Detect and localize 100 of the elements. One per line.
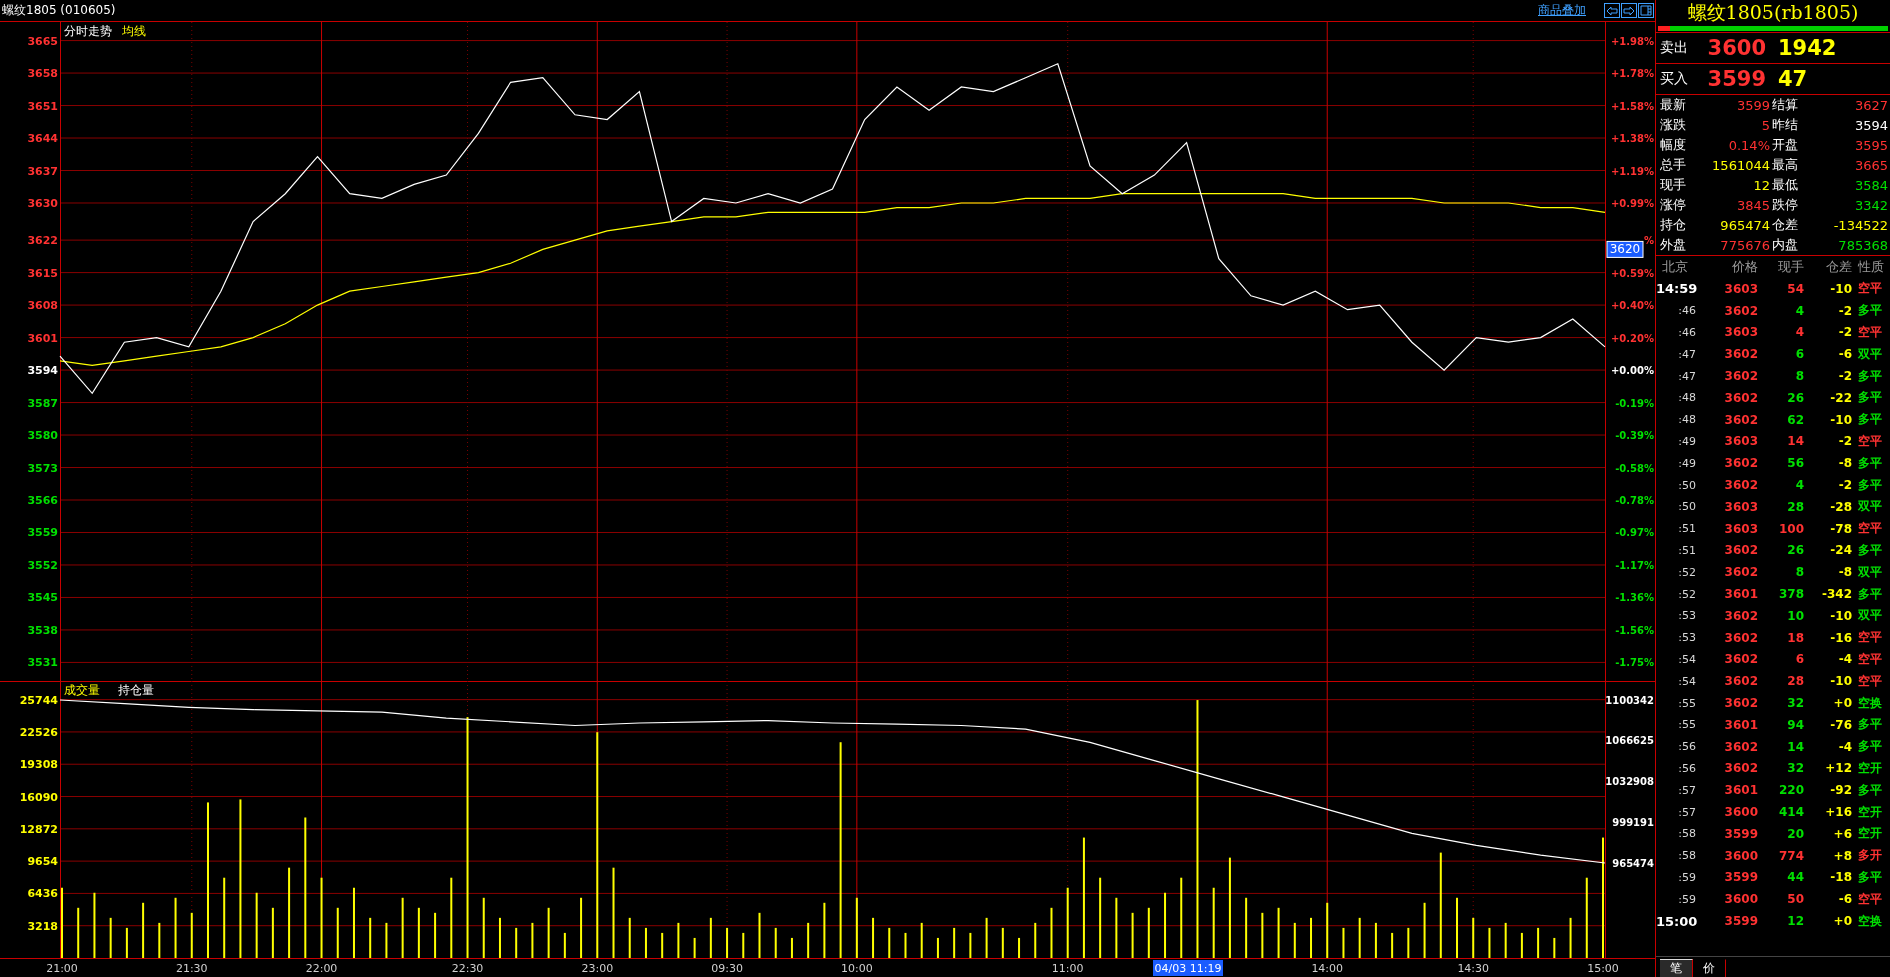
tick-volume: 56 [1786, 456, 1804, 471]
tick-price: 3599 [1723, 914, 1758, 928]
tick-time: :50 [1677, 478, 1696, 492]
volume-bar [1553, 937, 1556, 958]
tick-change: -8 [1837, 565, 1852, 580]
tick-time: :59 [1677, 870, 1696, 884]
tick-time: :54 [1677, 674, 1696, 688]
axis-label: 3615 [27, 266, 58, 280]
axis-label: 10:00 [841, 962, 873, 975]
tick-price: 3603 [1723, 521, 1758, 536]
axis-label: 3559 [27, 526, 58, 540]
tick-type: 空开 [1857, 759, 1883, 777]
legend-label: 持仓量 [118, 683, 154, 697]
stat-label: 仓差 [1772, 216, 1799, 234]
layout-button[interactable] [1638, 3, 1654, 18]
tick-change: +12 [1824, 761, 1852, 776]
axis-label: +0.59% [1610, 267, 1654, 279]
tick-change: -2 [1837, 303, 1852, 318]
volume-bar [1472, 917, 1475, 958]
stat-value: 0.14% [1727, 137, 1771, 153]
volume-bar [1001, 927, 1004, 958]
volume-bar [661, 932, 664, 958]
volume-bar [336, 907, 339, 958]
volume-bar [1504, 922, 1507, 958]
tick-volume: 54 [1786, 281, 1804, 296]
column-header: 仓差 [1825, 258, 1852, 276]
axis-label: 1100342 [1605, 694, 1654, 706]
scroll-right-button[interactable] [1621, 3, 1637, 18]
axis-label: 3538 [27, 623, 58, 637]
tick-volume: 62 [1786, 412, 1804, 427]
tick-volume: 12 [1786, 914, 1804, 928]
volume-bar [1034, 922, 1037, 958]
axis-label: 3594 [27, 364, 58, 378]
stat-label: 开盘 [1772, 136, 1799, 154]
tick-time: :53 [1677, 631, 1696, 645]
stat-label: 总手 [1660, 156, 1687, 174]
volume-bar [1066, 887, 1069, 958]
volume-bar [255, 892, 258, 958]
axis-label: 25744 [19, 693, 58, 707]
tick-change: -8 [1837, 456, 1852, 471]
axis-label: 3658 [27, 67, 58, 81]
tick-type: 双平 [1857, 563, 1883, 581]
axis-label: 3665 [27, 34, 58, 48]
tick-change: -76 [1829, 717, 1852, 732]
axis-label: -0.58% [1615, 462, 1654, 474]
stat-label: 最新 [1660, 96, 1687, 114]
tick-type: 空开 [1857, 803, 1883, 821]
tab[interactable]: 笔 [1660, 959, 1693, 977]
tick-change: -16 [1829, 630, 1852, 645]
tick-volume: 44 [1786, 870, 1804, 885]
stat-label: 涨停 [1660, 196, 1687, 214]
axis-label: +0.99% [1610, 198, 1654, 209]
volume-bar [872, 917, 875, 958]
stat-value: 775676 [1719, 237, 1771, 253]
legend-label: 均线 [122, 24, 146, 38]
tick-price: 3599 [1723, 826, 1758, 841]
column-header: 价格 [1731, 258, 1758, 276]
stat-label: 现手 [1660, 176, 1687, 194]
volume-bar [920, 922, 923, 958]
quote-price: 3599 [1706, 67, 1766, 91]
volume-bar [158, 922, 161, 958]
tick-price: 3601 [1723, 587, 1758, 602]
tick-time: :55 [1677, 718, 1696, 732]
tick-change: +8 [1832, 848, 1852, 863]
tick-type: 空平 [1857, 672, 1883, 690]
axis-label: 3601 [27, 331, 58, 345]
axis-label: -0.97% [1615, 527, 1654, 539]
tick-type: 空平 [1857, 324, 1883, 341]
volume-bar [93, 892, 96, 958]
volume-bar [823, 902, 826, 958]
tick-time: :51 [1677, 543, 1696, 557]
tick-price: 3603 [1723, 499, 1758, 514]
axis-label: 3608 [27, 299, 58, 313]
axis-label: 3566 [27, 494, 58, 507]
stat-label: 幅度 [1660, 136, 1687, 154]
tick-price: 3602 [1723, 412, 1758, 427]
axis-label: 16090 [19, 790, 58, 804]
tick-time: :54 [1677, 652, 1696, 666]
axis-label: 3531 [27, 656, 58, 670]
tick-price: 3601 [1723, 783, 1758, 798]
scroll-left-button[interactable] [1604, 3, 1620, 18]
axis-label: 1032908 [1605, 776, 1654, 788]
tick-type: 多平 [1857, 302, 1883, 320]
volume-bar [628, 917, 631, 958]
tick-type: 空平 [1857, 890, 1883, 908]
tick-time: 14:59 [1656, 281, 1696, 297]
tick-volume: 4 [1794, 303, 1804, 318]
stat-label: 昨结 [1772, 116, 1799, 134]
stat-value: 3845 [1735, 197, 1771, 213]
tick-price: 3602 [1723, 761, 1758, 776]
volume-bar [677, 922, 680, 958]
axis-label: 3630 [27, 197, 58, 210]
quote-label: 卖出 [1659, 39, 1689, 57]
tick-price: 3602 [1723, 630, 1758, 645]
volume-bar [709, 917, 712, 958]
axis-label: 15:00 [1587, 962, 1619, 975]
axis-label: 3573 [27, 461, 58, 475]
tick-volume: 774 [1777, 848, 1804, 863]
axis-label: 14:00 [1311, 962, 1344, 975]
overlay-link[interactable]: 商品叠加 [1538, 2, 1586, 19]
